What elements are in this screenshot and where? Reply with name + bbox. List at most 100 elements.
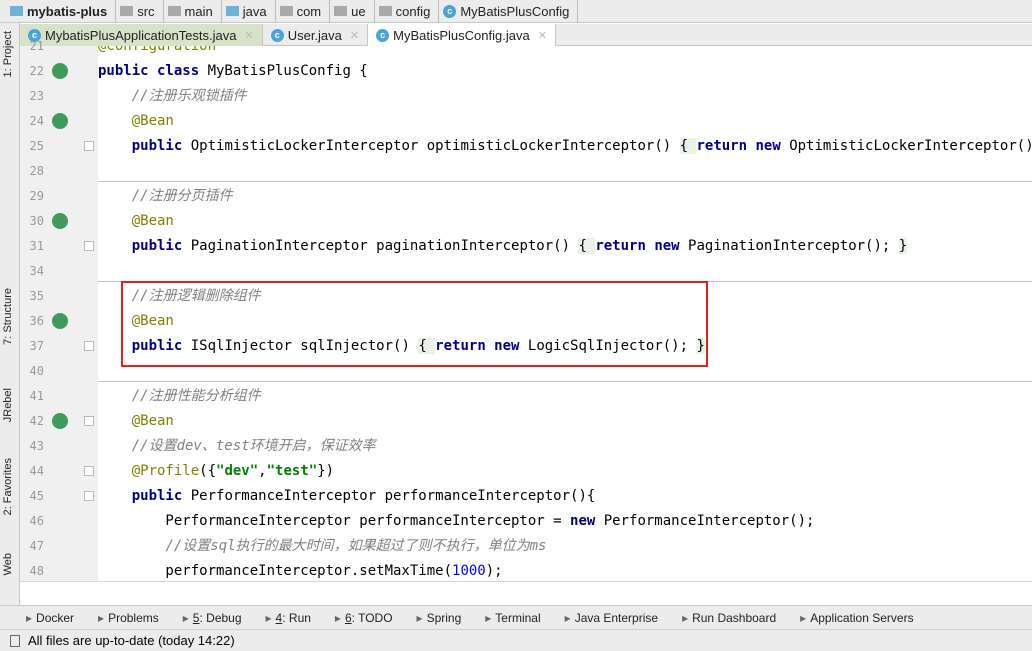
line-number: 47 [29,539,44,553]
status-text: All files are up-to-date (today 14:22) [28,633,235,648]
code-token: @Bean [131,213,174,229]
tool-window-run[interactable]: ▸ 4: Run [266,611,311,625]
close-icon[interactable]: ✕ [350,29,359,42]
line-number: 28 [29,164,44,178]
line-number: 23 [29,89,44,103]
code-token: }) [317,463,335,479]
code-token: { [578,238,596,254]
line-number: 21 [29,39,44,53]
tool-window-docker[interactable]: ▸ Docker [26,611,74,625]
tool-window-terminal[interactable]: ▸ Terminal [485,611,540,625]
tool-window-run-dashboard[interactable]: ▸ Run Dashboard [682,611,776,625]
folder-icon [279,6,293,16]
tool-window-text: : Run [282,610,311,625]
code-line: public OptimisticLockerInterceptor optim… [98,134,1032,159]
code-line: @Configuration [98,46,216,59]
tool-1-project[interactable]: 1: Project [2,31,14,77]
breadcrumb-item[interactable]: main [164,0,222,23]
tool-2-favorites[interactable]: 2: Favorites [2,458,14,515]
tool-window-icon: ▸ [26,610,33,625]
tool-window-label: Java Enterprise [575,611,658,625]
breadcrumb-item[interactable]: src [116,0,164,23]
bean-gutter-icon[interactable] [52,113,68,129]
fold-icon[interactable] [84,491,94,501]
code-token: //设置dev、test环境开启，保证效率 [131,438,376,454]
tool-window-text: Application Servers [810,610,914,625]
tool-web[interactable]: Web [2,553,14,575]
tool-window-spring[interactable]: ▸ Spring [417,611,462,625]
left-tool-strip: 1: Project 7: Structure JRebel 2: Favorites… [0,23,20,605]
folder-icon [120,6,134,16]
code-token: new [570,513,604,529]
line-number: 25 [29,139,44,153]
tab-mybatisplusconfig-java[interactable]: c MyBatisPlusConfig.java ✕ [368,24,556,46]
breadcrumb-item[interactable]: config [375,0,440,23]
tool-window-label: 5: Debug [193,611,242,625]
code-token: public [131,488,191,504]
tool-window-todo[interactable]: ▸ 6: TODO [335,611,393,625]
tool-window-icon: ▸ [564,610,571,625]
code-line: @Bean [98,409,174,434]
bean-gutter-icon[interactable] [52,313,68,329]
code-token: OptimisticLockerInterceptor(); [789,138,1032,154]
line-number: 42 [29,414,44,428]
bean-gutter-icon[interactable] [52,213,68,229]
code-token: PaginationInterceptor paginationIntercep… [190,238,579,254]
code-token: ); [485,563,503,579]
close-icon[interactable]: ✕ [538,29,547,42]
tool-window-text: Java Enterprise [574,610,659,625]
breadcrumb-item[interactable]: java [222,0,276,23]
tab-label: User.java [287,27,342,43]
breadcrumb-label: src [137,3,155,19]
breadcrumb-item[interactable]: mybatis-plus [6,0,117,23]
line-number: 30 [29,214,44,228]
breadcrumb-label: config [395,3,431,19]
folder-icon [378,6,392,16]
method-separator [98,181,1032,182]
file-status-icon [10,634,20,647]
tool-window-problems[interactable]: ▸ Problems [98,611,159,625]
tool-window-label: Docker [36,611,74,625]
tab-user-java[interactable]: c User.java ✕ [263,24,369,46]
tool-window-bar: ▸ Docker ▸ Problems ▸ 5: Debug ▸ 4: Run ▸ 6: TODO… [0,605,1032,629]
code-token: public class [98,63,208,79]
folder-icon [167,6,181,16]
fold-icon[interactable] [84,416,94,426]
tool-window-debug[interactable]: ▸ 5: Debug [183,611,242,625]
line-number: 29 [29,189,44,203]
line-number: 36 [29,314,44,328]
fold-icon[interactable] [84,241,94,251]
fold-icon[interactable] [84,466,94,476]
tool-window-java-enterprise[interactable]: ▸ Java Enterprise [565,611,658,625]
bean-gutter-icon[interactable] [52,413,68,429]
code-token: 1000 [452,563,486,579]
line-number: 45 [29,489,44,503]
horizontal-scrollbar[interactable] [20,581,1032,605]
fold-icon[interactable] [84,341,94,351]
code-token: @Configuration [98,46,217,54]
line-number: 46 [29,514,44,528]
code-token: //设置sql执行的最大时间，如果超过了则不执行，单位为ms [165,538,547,554]
tool-window-application-servers[interactable]: ▸ Application Servers [800,611,913,625]
breadcrumb-item[interactable]: c MyBatisPlusConfig [439,0,579,23]
tool-7-structure[interactable]: 7: Structure [2,288,14,345]
tab-mybatisplusapplicationtests-java[interactable]: c MybatisPlusApplicationTests.java ✕ [20,24,263,46]
fold-icon[interactable] [84,141,94,151]
line-number: 37 [29,339,44,353]
breadcrumb-item[interactable]: com [276,0,331,23]
code-token: PerformanceInterceptor performanceInterc… [98,513,571,529]
code-token: performanceInterceptor.setMaxTime( [98,563,453,579]
breadcrumb-label: java [242,3,267,19]
code-line: //注册性能分析组件 [98,384,261,409]
class-icon: c [376,28,390,42]
tool-window-label: 4: Run [276,611,311,625]
breadcrumb-item[interactable]: ue [330,0,375,23]
bean-gutter-icon[interactable] [52,63,68,79]
tool-window-text: Problems [108,610,159,625]
tool-jrebel[interactable]: JRebel [2,388,14,422]
code-line: @Bean [98,209,174,234]
close-icon[interactable]: ✕ [244,29,253,42]
